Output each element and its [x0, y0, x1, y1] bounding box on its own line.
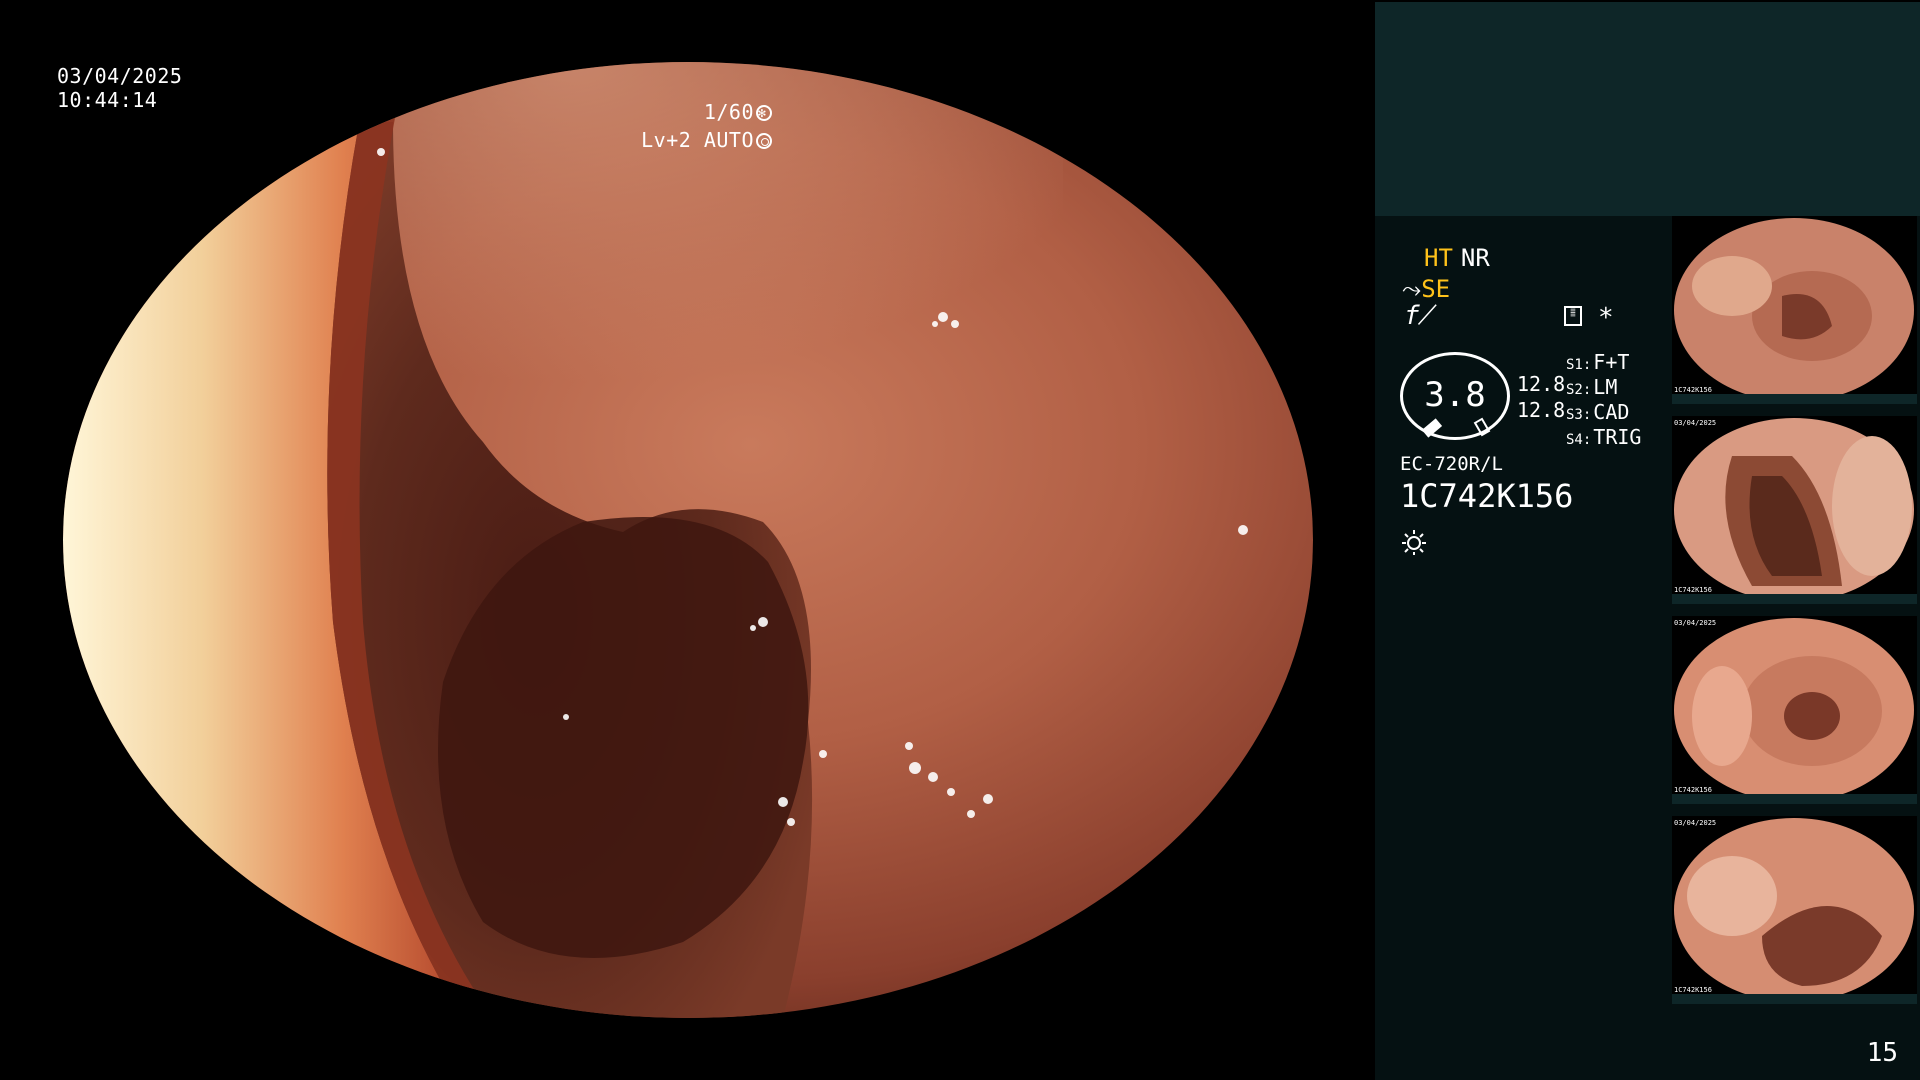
mode-nr: NR: [1460, 244, 1490, 272]
level-value: Lv+2 AUTO: [641, 128, 754, 152]
time-readout: 10:44:14: [57, 88, 158, 112]
switch-key: S2:: [1566, 382, 1592, 398]
shutter-value: 1/60: [703, 100, 754, 124]
thumbnail-serial: 1C742K156: [1674, 586, 1712, 594]
capture-thumbnail[interactable]: 03/04/2025 1C742K156 11: [1672, 816, 1917, 1004]
gauge-value: 3.8: [1424, 375, 1486, 415]
list-icon: ≡ ≡: [1564, 306, 1582, 326]
scope-serial: 1C742K156: [1400, 477, 1574, 515]
date-readout: 03/04/2025: [57, 64, 183, 88]
switch-4: S4: TRIG: [1566, 425, 1641, 449]
thumbnail-bar: [1672, 594, 1917, 604]
thumbnail-serial: 1C742K156: [1674, 786, 1712, 794]
thumbnail-image: [1674, 818, 1914, 1002]
scope-symbol-icon: ⤳: [1402, 275, 1422, 303]
thumbnail-serial: 1C742K156: [1674, 386, 1712, 394]
switch-2: S2: LM: [1566, 375, 1617, 399]
thumbnail-serial: 1C742K156: [1674, 986, 1712, 994]
fan-icon: [756, 102, 772, 126]
level-readout: Lv+2 AUTO: [641, 128, 772, 152]
ring-icon: [756, 133, 772, 149]
thumbnail-image: [1674, 618, 1914, 802]
thumbnail-image: [1674, 218, 1914, 402]
scope-model: EC-720R/L: [1400, 453, 1503, 475]
asterisk-icon: *: [1598, 303, 1614, 333]
panel-top-band: [1375, 2, 1920, 216]
switch-key: S1:: [1566, 357, 1592, 373]
switch-value: TRIG: [1593, 425, 1642, 449]
thumbnail-date: 03/04/2025: [1674, 419, 1717, 427]
f-symbol-icon: f̸: [1404, 301, 1436, 331]
thumbnail-date: 03/04/2025: [1674, 819, 1717, 827]
switch-key: S3:: [1566, 407, 1592, 423]
endoscope-image: [63, 62, 1313, 1018]
capture-thumbnail[interactable]: 03/04/2025 1C742K156 12: [1672, 616, 1917, 804]
mode-se: SE: [1421, 275, 1451, 303]
thumbnail-bar: [1672, 994, 1917, 1004]
light-icon: [1400, 528, 1428, 556]
switch-key: S4:: [1566, 432, 1592, 448]
switch-1: S1: F+T: [1566, 350, 1629, 374]
thumbnail-bar: [1672, 394, 1917, 404]
capture-thumbnail[interactable]: 03/04/2025 1C742K156 13: [1672, 416, 1917, 604]
thumbnail-bar: [1672, 794, 1917, 804]
pressure-gauge: 3.8: [1400, 352, 1510, 440]
switch-value: F+T: [1593, 350, 1630, 374]
value-bottom: 12.8: [1517, 398, 1566, 422]
gauge-left-marker: [1421, 418, 1443, 438]
value-top: 12.8: [1517, 372, 1566, 396]
capture-thumbnail[interactable]: 1C742K156 14: [1672, 216, 1917, 404]
mode-se-row: ⤳SE: [1402, 275, 1450, 303]
mode-row: HT NR: [1424, 244, 1498, 272]
endoscope-view: 03/04/2025 10:44:14 1/60 Lv+2 AUTO: [0, 0, 1372, 1080]
page-number: 15: [1866, 1038, 1898, 1068]
mode-ht: HT: [1424, 244, 1453, 272]
shutter-readout: 1/60: [703, 100, 772, 126]
thumbnail-image: [1674, 418, 1914, 602]
switch-value: CAD: [1593, 400, 1630, 424]
switch-value: LM: [1593, 375, 1618, 399]
switch-3: S3: CAD: [1566, 400, 1629, 424]
thumbnail-date: 03/04/2025: [1674, 619, 1717, 627]
